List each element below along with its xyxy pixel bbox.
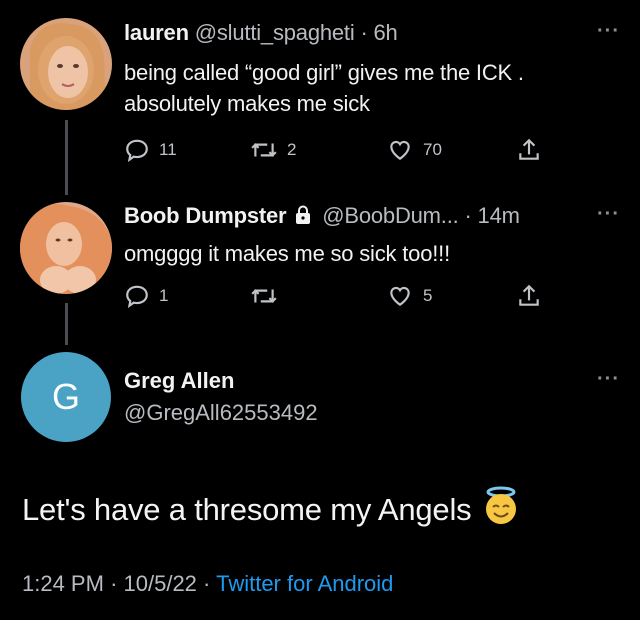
more-icon[interactable]: ··· <box>597 368 620 391</box>
tweet-text: omgggg it makes me so sick too!!! <box>124 238 450 269</box>
tweet-text: being called “good girl” gives me the IC… <box>124 57 524 119</box>
separator: · <box>203 571 211 596</box>
share-icon <box>516 137 542 163</box>
more-icon[interactable]: ··· <box>597 203 620 226</box>
tweet-text-line: omgggg it makes me so sick too!!! <box>124 241 450 266</box>
separator: · <box>464 203 472 228</box>
share-button[interactable] <box>516 137 542 163</box>
tweet-text-content: Let's have a thresome my Angels <box>22 492 472 527</box>
retweet-icon <box>250 283 278 309</box>
separator: · <box>110 571 118 596</box>
avatar[interactable] <box>20 18 112 110</box>
avatar-letter: G <box>51 376 80 417</box>
reply-icon <box>124 137 150 163</box>
tweet-thread: lauren @slutti_spagheti · 6h ··· being c… <box>0 0 640 620</box>
reply-button[interactable]: 11 <box>124 137 177 163</box>
display-name[interactable]: Boob Dumpster <box>124 203 287 228</box>
lock-icon <box>294 205 312 231</box>
tweet-header: Boob Dumpster @BoobDum... · 14m <box>124 203 520 231</box>
tweet-source-link[interactable]: Twitter for Android <box>216 571 393 596</box>
thread-connector <box>65 303 68 345</box>
share-icon <box>516 283 542 309</box>
user-handle[interactable]: @slutti_spagheti <box>195 20 355 45</box>
timestamp[interactable]: 6h <box>374 20 398 45</box>
reply-count: 1 <box>159 286 169 305</box>
like-icon <box>386 283 414 309</box>
more-icon[interactable]: ··· <box>597 20 620 43</box>
like-button[interactable]: 5 <box>386 283 432 309</box>
like-button[interactable]: 70 <box>386 137 442 163</box>
retweet-button[interactable] <box>250 283 278 309</box>
tweet-time[interactable]: 1:24 PM <box>22 571 104 596</box>
user-handle[interactable]: @BoobDum... <box>322 203 459 228</box>
action-bar: 11 2 70 <box>124 137 554 165</box>
retweet-icon <box>250 137 278 163</box>
avatar[interactable] <box>20 202 112 294</box>
tweet-header: lauren @slutti_spagheti · 6h <box>124 20 398 46</box>
reply-button[interactable]: 1 <box>124 283 168 309</box>
timestamp[interactable]: 14m <box>478 203 520 228</box>
display-name[interactable]: lauren <box>124 20 189 45</box>
reply-count: 11 <box>159 140 177 159</box>
action-bar: 1 5 <box>124 283 554 311</box>
tweet-metadata: 1:24 PM · 10/5/22 · Twitter for Android <box>22 571 393 597</box>
like-count: 5 <box>423 286 433 305</box>
avatar[interactable]: G <box>21 352 111 442</box>
like-count: 70 <box>423 140 442 159</box>
separator: · <box>360 20 368 45</box>
like-icon <box>386 137 414 163</box>
tweet-text-line: being called “good girl” gives me the IC… <box>124 60 524 85</box>
tweet-text-line: absolutely makes me sick <box>124 91 370 116</box>
share-button[interactable] <box>516 283 542 309</box>
tweet-date[interactable]: 10/5/22 <box>124 571 197 596</box>
thread-connector <box>65 120 68 195</box>
smiling-face-with-halo-icon <box>481 486 521 534</box>
tweet-text: Let's have a thresome my Angels <box>22 486 521 534</box>
retweet-count: 2 <box>287 140 297 159</box>
reply-icon <box>124 283 150 309</box>
user-handle[interactable]: @GregAll62553492 <box>124 400 318 426</box>
display-name[interactable]: Greg Allen <box>124 368 234 394</box>
retweet-button[interactable]: 2 <box>250 137 296 163</box>
